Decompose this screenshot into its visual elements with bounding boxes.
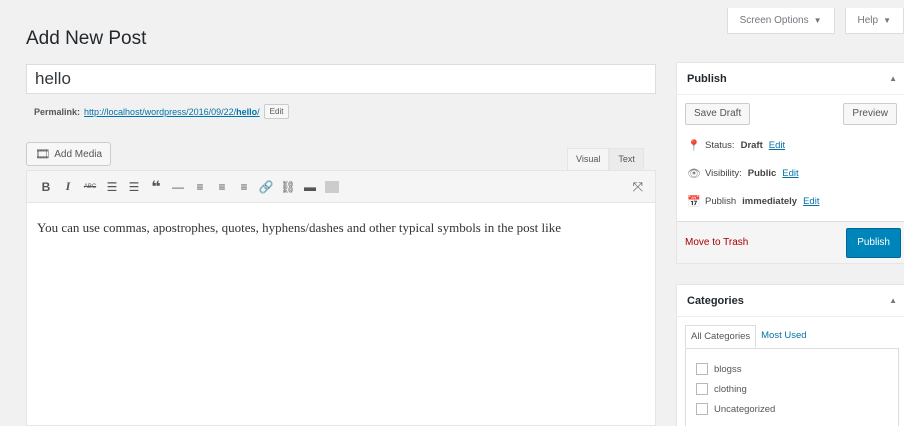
align-right-button[interactable]: ≡	[233, 176, 255, 198]
save-draft-button[interactable]: Save Draft	[685, 103, 751, 125]
visibility-edit-link[interactable]: Edit	[782, 168, 798, 179]
tab-most-used[interactable]: Most Used	[756, 325, 811, 348]
publish-button[interactable]: Publish	[846, 227, 901, 258]
status-value: Draft	[740, 139, 763, 151]
category-label: blogss	[714, 363, 742, 375]
align-left-button[interactable]: ≡	[189, 176, 211, 198]
tab-all-categories[interactable]: All Categories	[685, 325, 757, 348]
strikethrough-button[interactable]: ABC	[79, 176, 101, 198]
calendar-icon: 📅	[687, 195, 701, 208]
publish-footer: Move to Trash Publish	[677, 221, 904, 263]
post-title-input[interactable]: hello	[26, 64, 656, 94]
category-checklist: blogss clothing Uncategorized	[685, 348, 899, 426]
page-title: Add New Post	[26, 28, 147, 49]
editor-tabs: Visual Text	[567, 148, 644, 170]
editor-content[interactable]: You can use commas, apostrophes, quotes,…	[27, 203, 655, 253]
editor-toolbar: B I ABC ☰ ☰ ❝ — ≡ ≡ ≡ 🔗 ⛓ ▬ ⤧	[27, 171, 655, 203]
publish-box: Publish ▲ Save Draft Preview 📍 Status: D…	[676, 62, 904, 264]
category-checkbox[interactable]	[696, 363, 708, 375]
preview-button[interactable]: Preview	[843, 103, 897, 125]
move-to-trash-link[interactable]: Move to Trash	[685, 237, 748, 248]
category-label: clothing	[714, 383, 747, 395]
status-edit-link[interactable]: Edit	[769, 140, 785, 151]
align-center-button[interactable]: ≡	[211, 176, 233, 198]
tab-text[interactable]: Text	[609, 148, 644, 170]
visibility-row: 👁 Visibility: Public Edit	[677, 159, 904, 187]
publish-actions: Save Draft Preview	[677, 95, 904, 125]
collapse-arrow-icon[interactable]: ▲	[889, 296, 897, 305]
screen-options-label: Screen Options	[739, 15, 809, 26]
permalink-row: Permalink: http://localhost/wordpress/20…	[34, 104, 290, 119]
collapse-arrow-icon[interactable]: ▲	[889, 74, 897, 83]
schedule-edit-link[interactable]: Edit	[803, 196, 819, 207]
post-editor: B I ABC ☰ ☰ ❝ — ≡ ≡ ≡ 🔗 ⛓ ▬ ⤧ You can us…	[26, 170, 656, 426]
status-label: Status:	[705, 139, 735, 151]
permalink-label: Permalink:	[34, 106, 81, 117]
insert-link-button[interactable]: 🔗	[255, 176, 277, 198]
publish-title: Publish	[687, 72, 727, 85]
category-tabs: All Categories Most Used	[677, 317, 904, 348]
visibility-label: Visibility:	[705, 167, 742, 179]
tab-visual[interactable]: Visual	[567, 148, 610, 170]
schedule-row: 📅 Publish immediately Edit	[677, 187, 904, 215]
categories-box: Categories ▲ All Categories Most Used bl…	[676, 284, 904, 426]
categories-header[interactable]: Categories ▲	[677, 285, 904, 317]
fullscreen-icon[interactable]: ⤧	[633, 179, 643, 195]
screen-meta-links: Screen Options ▼ Help ▼	[726, 8, 904, 34]
permalink-url-prefix: http://localhost/wordpress/2016/09/22/	[84, 106, 237, 117]
list-item: Uncategorized	[696, 399, 888, 419]
permalink-slug: hello	[236, 106, 258, 117]
permalink-link[interactable]: http://localhost/wordpress/2016/09/22/he…	[84, 107, 260, 117]
horizontal-line-button[interactable]: —	[167, 176, 189, 198]
list-item: clothing	[696, 379, 888, 399]
categories-title: Categories	[687, 294, 744, 307]
permalink-edit-button[interactable]: Edit	[263, 104, 290, 119]
bold-button[interactable]: B	[35, 176, 57, 198]
visibility-value: Public	[747, 167, 777, 179]
category-label: Uncategorized	[714, 403, 776, 415]
toolbar-toggle-button[interactable]	[325, 180, 339, 193]
numbered-list-button[interactable]: ☰	[123, 176, 145, 198]
schedule-label: Publish	[705, 195, 737, 207]
category-checkbox[interactable]	[696, 383, 708, 395]
caret-down-icon: ▼	[883, 16, 891, 25]
status-row: 📍 Status: Draft Edit	[677, 131, 904, 159]
screen-options-button[interactable]: Screen Options ▼	[726, 8, 835, 34]
media-icon: 🎞	[35, 147, 51, 161]
add-media-button[interactable]: 🎞 Add Media	[26, 142, 112, 166]
pin-icon: 📍	[687, 139, 701, 152]
eye-icon: 👁	[687, 167, 701, 180]
remove-link-button[interactable]: ⛓	[277, 176, 299, 198]
read-more-button[interactable]: ▬	[299, 176, 321, 198]
help-button[interactable]: Help ▼	[844, 8, 904, 34]
bulleted-list-button[interactable]: ☰	[101, 176, 123, 198]
schedule-value: immediately	[742, 195, 798, 207]
caret-down-icon: ▼	[813, 16, 822, 25]
permalink-url-suffix: /	[257, 106, 260, 117]
help-label: Help	[857, 15, 879, 26]
italic-button[interactable]: I	[57, 176, 79, 198]
list-item: blogss	[696, 359, 888, 379]
blockquote-button[interactable]: ❝	[145, 176, 167, 198]
add-media-label: Add Media	[54, 148, 103, 160]
category-checkbox[interactable]	[696, 403, 708, 415]
publish-header[interactable]: Publish ▲	[677, 63, 904, 95]
